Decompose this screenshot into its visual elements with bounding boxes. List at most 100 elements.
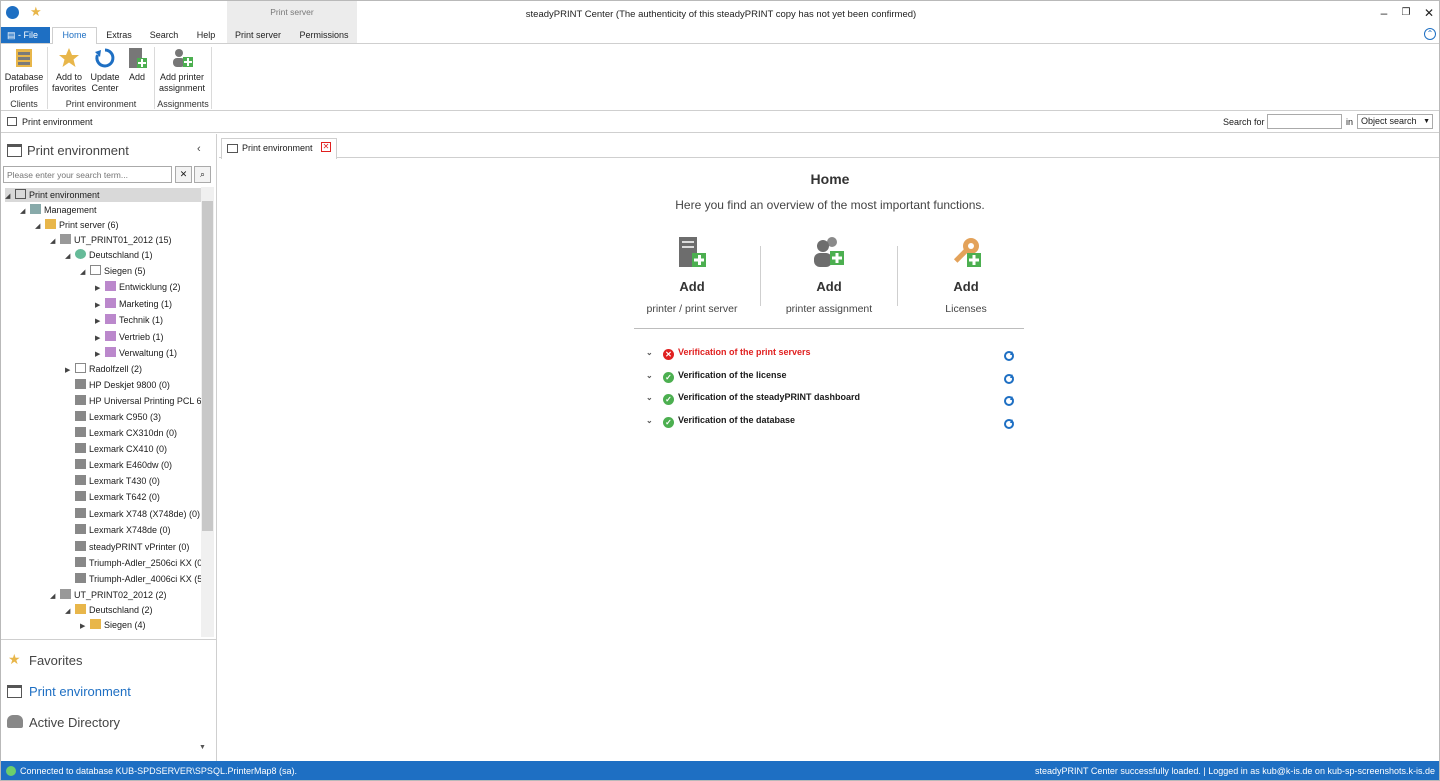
file-tab[interactable]: ▤ - File (1, 27, 50, 43)
tree-node[interactable]: HP Deskjet 9800 (0) (75, 378, 170, 392)
breadcrumb[interactable]: Print environment (22, 117, 93, 127)
nav-active-directory[interactable]: Active Directory (29, 715, 120, 730)
tree-node[interactable]: ◢ UT_PRINT01_2012 (15) (50, 233, 172, 247)
add-licenses-tile[interactable]: Add Licenses (901, 235, 1031, 315)
expanded-arrow-icon[interactable]: ◢ (35, 220, 45, 234)
collapsed-arrow-icon[interactable]: ▶ (95, 315, 105, 329)
tree-node[interactable]: Lexmark X748de (0) (75, 523, 171, 537)
expanded-arrow-icon[interactable]: ◢ (50, 590, 60, 604)
expanded-arrow-icon[interactable]: ◢ (65, 250, 75, 264)
tree-node[interactable]: ◢ Deutschland (1) (65, 248, 153, 262)
minimize-button[interactable]: – (1374, 4, 1394, 22)
add-assignment-tile[interactable]: Add printer assignment (764, 235, 894, 315)
global-search-input[interactable] (1267, 114, 1342, 129)
tree-node[interactable]: Lexmark T430 (0) (75, 474, 160, 488)
tab-extras[interactable]: Extras (101, 28, 137, 43)
printer-icon (75, 459, 86, 469)
tree-node[interactable]: ◢ UT_PRINT02_2012 (2) (50, 588, 167, 602)
add-to-favorites-button[interactable]: Add to favorites (50, 46, 88, 93)
tree-node[interactable]: ◢ Siegen (5) (80, 264, 146, 278)
document-tab[interactable]: Print environment (221, 138, 337, 159)
tree-node[interactable]: ▶ Siegen (4) (80, 618, 146, 632)
search-button[interactable]: ⌕ (194, 166, 211, 183)
tab-print-server[interactable]: Print server (230, 28, 286, 43)
chevron-down-icon[interactable]: ⌄ (646, 393, 663, 402)
collapsed-arrow-icon[interactable]: ▶ (95, 332, 105, 346)
chevron-down-icon[interactable]: ▼ (199, 744, 206, 751)
print-environment-icon (7, 117, 17, 126)
collapsed-arrow-icon[interactable]: ▶ (95, 348, 105, 362)
tree-node[interactable]: Triumph-Adler_2506ci KX (0 (75, 556, 202, 570)
add-printer-tile[interactable]: Add printer / print server (627, 235, 757, 315)
collapsed-arrow-icon[interactable]: ▶ (95, 282, 105, 296)
verification-row-dashboard[interactable]: ⌄ ✓ Verification of the steadyPRINT dashbo… (646, 392, 860, 405)
close-tab-icon[interactable]: ✕ (321, 142, 331, 152)
tree-node[interactable]: ◢ Management (20, 203, 97, 217)
nav-print-environment[interactable]: Print environment (29, 684, 131, 699)
tree-node[interactable]: ▶ Verwaltung (1) (95, 346, 177, 360)
refresh-icon[interactable] (1003, 373, 1015, 385)
restore-button[interactable]: ❐ (1396, 4, 1416, 22)
chevron-down-icon[interactable]: ⌄ (646, 348, 663, 357)
server-icon (60, 234, 71, 244)
tree-node[interactable]: Lexmark C950 (3) (75, 410, 161, 424)
tree-node[interactable]: ▶ Vertrieb (1) (95, 330, 164, 344)
collapsed-arrow-icon[interactable]: ▶ (65, 364, 75, 378)
chevron-down-icon[interactable]: ⌄ (646, 371, 663, 380)
tab-home[interactable]: Home (52, 27, 97, 44)
refresh-icon[interactable] (1003, 395, 1015, 407)
add-printer-assignment-button[interactable]: Add printer assignment (156, 46, 208, 93)
tree-node[interactable]: ▶ Technik (1) (95, 313, 163, 327)
chevron-down-icon[interactable]: ⌄ (646, 416, 663, 425)
tree-node[interactable]: Lexmark CX410 (0) (75, 442, 167, 456)
printer-icon (75, 491, 86, 501)
tree-node[interactable]: ▶ Entwicklung (2) (95, 280, 181, 294)
expanded-arrow-icon[interactable]: ◢ (80, 266, 90, 280)
expanded-arrow-icon[interactable]: ◢ (5, 190, 15, 204)
tab-help[interactable]: Help (189, 28, 223, 43)
database-profiles-button[interactable]: Database profiles (3, 46, 45, 93)
close-button[interactable]: ✕ (1419, 4, 1439, 22)
add-button[interactable]: Add (125, 46, 149, 83)
tree-node[interactable]: Lexmark E460dw (0) (75, 458, 172, 472)
collapsed-arrow-icon[interactable]: ▶ (95, 299, 105, 313)
printer-icon (75, 573, 86, 583)
refresh-icon[interactable] (1003, 418, 1015, 430)
tree-node[interactable]: HP Universal Printing PCL 6 (75, 394, 202, 408)
collapse-ribbon-icon[interactable]: ⌃ (1424, 28, 1436, 40)
tree-search-input[interactable] (3, 166, 172, 183)
tree-node[interactable]: steadyPRINT vPrinter (0) (75, 540, 189, 554)
clear-search-button[interactable]: ✕ (175, 166, 192, 183)
tab-search[interactable]: Search (145, 28, 183, 43)
verification-row-license[interactable]: ⌄ ✓ Verification of the license (646, 370, 787, 383)
tree-node-label: Vertrieb (1) (119, 332, 164, 342)
expanded-arrow-icon[interactable]: ◢ (65, 605, 75, 619)
expanded-arrow-icon[interactable]: ◢ (20, 205, 30, 219)
update-center-button[interactable]: Update Center (89, 46, 121, 93)
tree-node[interactable]: Lexmark X748 (X748de) (0) (75, 507, 200, 521)
status-connection-text: Connected to database KUB-SPDSERVER\SPSQ… (20, 766, 297, 776)
tree-node[interactable]: Triumph-Adler_4006ci KX (5 (75, 572, 202, 586)
tree-node[interactable]: ◢ Print environment (5, 188, 201, 202)
tree-scrollbar-thumb[interactable] (202, 201, 213, 531)
refresh-icon[interactable] (1003, 350, 1015, 362)
tab-permissions[interactable]: Permissions (294, 28, 354, 43)
collapsed-arrow-icon[interactable]: ▶ (80, 620, 90, 634)
tile-label: printer assignment (785, 303, 873, 315)
tree-node[interactable]: ▶ Marketing (1) (95, 297, 172, 311)
nav-favorites[interactable]: Favorites (29, 653, 82, 668)
department-icon (105, 281, 116, 291)
tree-node[interactable]: ▶ Radolfzell (2) (65, 362, 142, 376)
tree-node[interactable]: ◢ Print server (6) (35, 218, 119, 232)
verification-row-database[interactable]: ⌄ ✓ Verification of the database (646, 415, 795, 428)
tree-node[interactable]: ◢ Deutschland (2) (65, 603, 153, 617)
tree-node-label: UT_PRINT01_2012 (15) (74, 235, 172, 245)
tree-node-label: Deutschland (1) (89, 250, 153, 260)
tree-node[interactable]: Lexmark CX310dn (0) (75, 426, 177, 440)
collapse-panel-icon[interactable]: ‹ (197, 143, 201, 155)
search-scope-select[interactable]: Object search ▼ (1357, 114, 1433, 129)
tree-node[interactable]: Lexmark T642 (0) (75, 490, 160, 504)
verification-row-print-servers[interactable]: ⌄ ✕ Verification of the print servers (646, 347, 811, 360)
expanded-arrow-icon[interactable]: ◢ (50, 235, 60, 249)
tree-node-label: Technik (1) (119, 315, 164, 325)
